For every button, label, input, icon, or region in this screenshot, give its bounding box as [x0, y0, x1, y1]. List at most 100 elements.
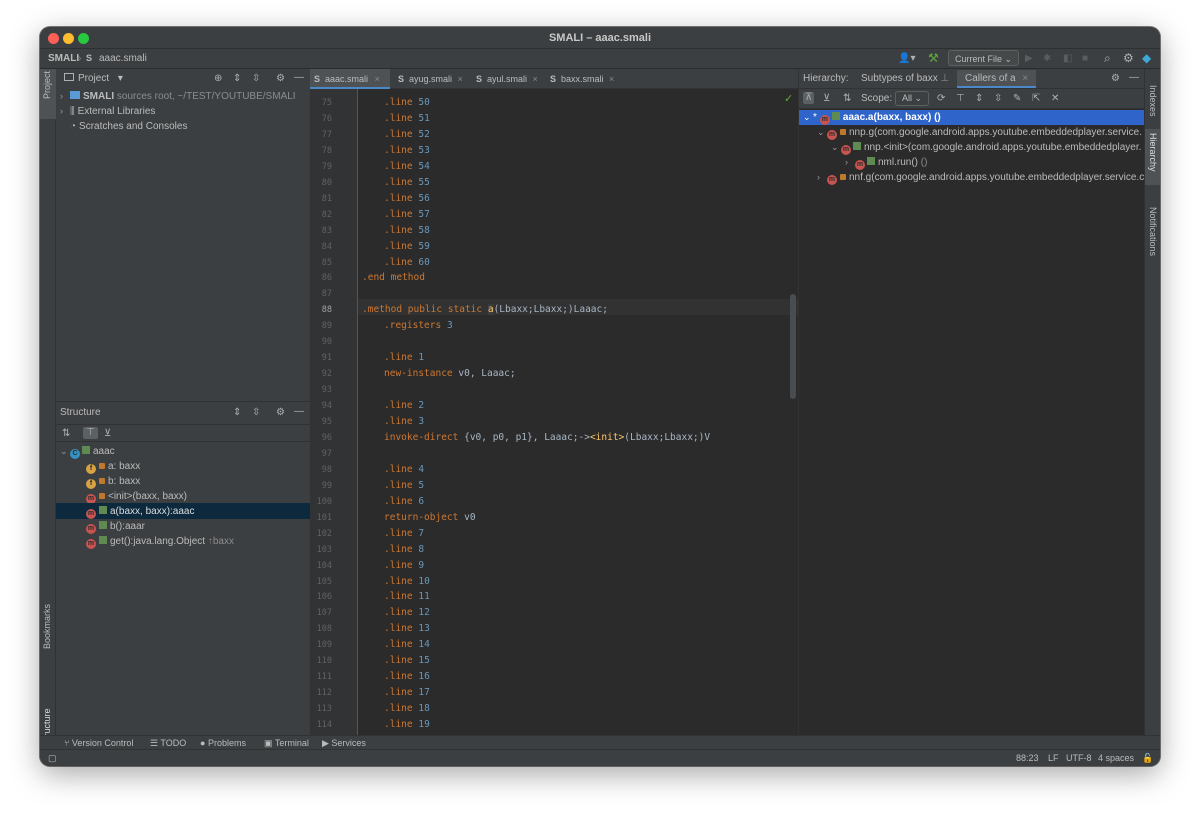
sort-icon[interactable]: ⇅	[62, 428, 70, 440]
caller-hierarchy-icon[interactable]: ⊼	[803, 92, 815, 104]
hierarchy-tool-tab[interactable]: Hierarchy	[1148, 133, 1158, 172]
code-line[interactable]: .line 3	[384, 416, 424, 427]
debug-icon[interactable]: ✱	[1043, 53, 1051, 65]
hide-panel-icon[interactable]: —	[294, 72, 304, 84]
file-encoding[interactable]: UTF-8	[1066, 753, 1092, 763]
indexes-tool-tab[interactable]: Indexes	[1148, 85, 1158, 117]
locate-file-icon[interactable]: ⊕	[214, 73, 222, 85]
hierarchy-node[interactable]: › m nnf.g(com.google.android.apps.youtube.…	[817, 170, 1144, 185]
expand-all-icon[interactable]: ⇕	[233, 407, 241, 419]
jetbrains-toolbox-icon[interactable]: ◆	[1142, 52, 1151, 64]
code-line[interactable]: .line 6	[384, 496, 424, 507]
close-window-button[interactable]	[48, 33, 59, 44]
stop-icon[interactable]: ■	[1082, 53, 1088, 65]
code-line[interactable]: .line 16	[384, 671, 430, 682]
tree-item-scratches[interactable]: ◔ Scratches and Consoles	[70, 119, 187, 134]
code-line[interactable]: .line 8	[384, 544, 424, 555]
code-line[interactable]: .line 12	[384, 607, 430, 618]
code-line[interactable]: .line 11	[384, 591, 430, 602]
hierarchy-node[interactable]: ⌄ m nnp.g(com.google.android.apps.youtube.…	[817, 125, 1142, 140]
hide-panel-icon[interactable]: —	[294, 406, 304, 418]
tab-ayul-smali[interactable]: Sayul.smali ×	[472, 69, 546, 89]
code-line[interactable]: .line 60	[384, 257, 430, 268]
code-line[interactable]: .method public static a(Lbaxx;Lbaxx;)Laa…	[362, 304, 608, 316]
scope-select[interactable]: All ⌄	[895, 91, 930, 106]
close-tab-icon[interactable]: ×	[533, 74, 538, 84]
collapse-all-icon[interactable]: ⇳	[252, 407, 260, 419]
code-line[interactable]: .line 19	[384, 719, 430, 730]
breadcrumb-project[interactable]: SMALI	[48, 53, 79, 64]
code-line[interactable]: new-instance v0, Laaac;	[384, 368, 516, 379]
code-line[interactable]: .line 5	[384, 480, 424, 491]
bookmarks-tool-tab[interactable]: Bookmarks	[42, 604, 52, 649]
code-line[interactable]: .line 51	[384, 113, 430, 124]
code-line[interactable]: .line 13	[384, 623, 430, 634]
close-tab-icon[interactable]: ×	[609, 74, 614, 84]
code-line[interactable]: .line 55	[384, 177, 430, 188]
open-in-window-icon[interactable]: ⇱	[1032, 93, 1040, 105]
expand-all-icon[interactable]: ⇕	[233, 73, 241, 85]
coverage-icon[interactable]: ◧	[1063, 53, 1072, 65]
pin-icon[interactable]: ⊥	[941, 73, 950, 84]
code-text-area[interactable]: 74.line 4975.line 5076.line 5177.line 52…	[310, 69, 798, 735]
search-icon[interactable]: ⌕	[1104, 52, 1111, 64]
panel-settings-gear-icon[interactable]: ⚙	[276, 407, 285, 419]
callee-hierarchy-icon[interactable]: ⊻	[823, 93, 830, 105]
code-line[interactable]: .line 53	[384, 145, 430, 156]
structure-member-field[interactable]: f a: baxx	[86, 459, 140, 474]
show-fields-icon[interactable]: ⊤	[83, 427, 98, 439]
code-line[interactable]: .line 9	[384, 560, 424, 571]
sort-icon[interactable]: ⇅	[843, 93, 851, 105]
code-line[interactable]: .line 2	[384, 400, 424, 411]
line-separator[interactable]: LF	[1048, 753, 1059, 763]
run-configuration-select[interactable]: Current File ⌄	[948, 50, 1020, 66]
code-line[interactable]: .line 1	[384, 352, 424, 363]
todo-button[interactable]: ☰ TODO	[150, 738, 186, 749]
refresh-icon[interactable]: ⟳	[937, 93, 945, 105]
panel-settings-gear-icon[interactable]: ⚙	[276, 73, 285, 85]
structure-class-node[interactable]: ⌄ Caaac	[60, 444, 115, 459]
cursor-position[interactable]: 88:23	[1016, 753, 1039, 763]
code-line[interactable]: .end method	[362, 272, 425, 283]
code-line[interactable]: .line 58	[384, 225, 430, 236]
collapse-all-icon[interactable]: ⇳	[252, 73, 260, 85]
structure-member-method[interactable]: m get():java.lang.Object ↑baxx	[86, 534, 234, 549]
code-line[interactable]: invoke-direct {v0, p0, p1}, Laaac;-><ini…	[384, 432, 710, 443]
breadcrumb-file[interactable]: aaac.smali	[99, 53, 147, 64]
project-panel-header[interactable]: Project ▾	[64, 70, 123, 88]
hide-panel-icon[interactable]: —	[1129, 72, 1139, 84]
code-line[interactable]: .line 10	[384, 576, 430, 587]
hierarchy-node[interactable]: ⌄ m nnp.<init>(com.google.android.apps.you…	[831, 140, 1141, 155]
code-line[interactable]: .line 15	[384, 655, 430, 666]
code-line[interactable]: .line 7	[384, 528, 424, 539]
version-control-button[interactable]: ⑂ Version Control	[64, 738, 133, 748]
code-line[interactable]: .line 52	[384, 129, 430, 140]
run-icon[interactable]: ▶	[1025, 53, 1033, 65]
structure-member-method[interactable]: m b():aaar	[86, 519, 145, 534]
structure-member-field[interactable]: f b: baxx	[86, 474, 140, 489]
expand-all-icon[interactable]: ⇕	[975, 93, 983, 105]
code-line[interactable]: .line 50	[384, 97, 430, 108]
tab-baxx-smali[interactable]: Sbaxx.smali ×	[546, 69, 626, 89]
code-line[interactable]: .line 56	[384, 193, 430, 204]
structure-member-method[interactable]: m <init>(baxx, baxx)	[86, 489, 187, 504]
indent-setting[interactable]: 4 spaces	[1098, 753, 1134, 763]
maximize-window-button[interactable]	[78, 33, 89, 44]
code-line[interactable]: .line 18	[384, 703, 430, 714]
code-line[interactable]: .registers 3	[384, 320, 453, 331]
close-tab-icon[interactable]: ×	[458, 74, 463, 84]
toggle-tool-windows-icon[interactable]: ▢	[48, 753, 57, 764]
user-account-icon[interactable]: 👤▾	[898, 53, 915, 65]
close-icon[interactable]: ✕	[1051, 93, 1059, 105]
hierarchy-node[interactable]: › m nml.run() ()	[845, 155, 927, 170]
code-line[interactable]: .line 54	[384, 161, 430, 172]
pin-icon[interactable]: ✎	[1013, 93, 1021, 105]
filter-icon[interactable]: ⊤	[956, 93, 965, 105]
code-line[interactable]: .line 59	[384, 241, 430, 252]
project-tool-tab[interactable]: Project	[42, 71, 52, 99]
code-line[interactable]: .line 14	[384, 639, 430, 650]
collapse-all-icon[interactable]: ⇳	[994, 93, 1002, 105]
tree-item-smali-root[interactable]: › SMALI sources root, ~/TEST/YOUTUBE/SMAL…	[60, 89, 296, 104]
tree-item-external-libraries[interactable]: › ⫼ External Libraries	[60, 104, 155, 119]
terminal-button[interactable]: ▣ Terminal	[264, 738, 309, 749]
